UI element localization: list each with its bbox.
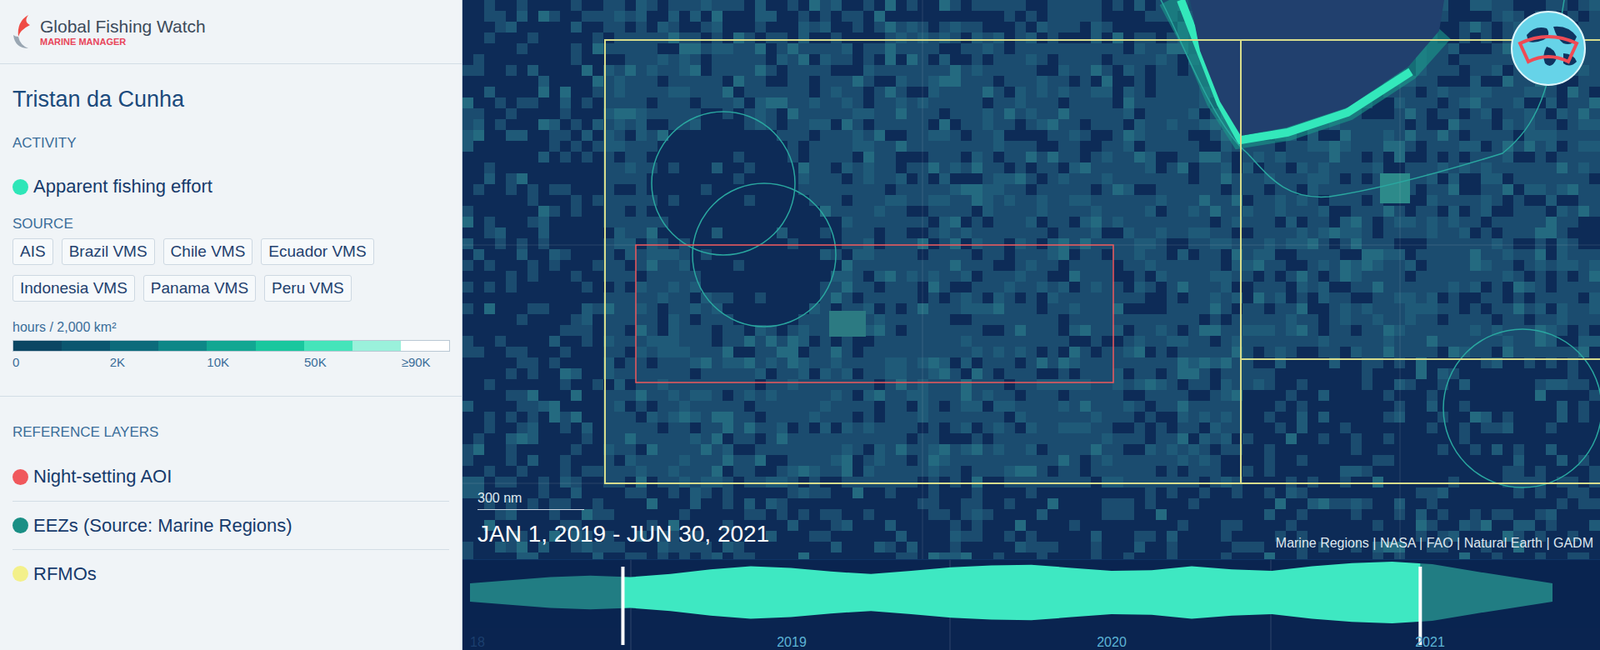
layer-dot <box>12 565 29 582</box>
legend-ticks: 0 2K 10K 50K ≥90K <box>12 355 450 370</box>
year-label: 18 <box>470 635 485 650</box>
legend-step <box>352 340 401 351</box>
year-label: 2019 <box>776 635 807 650</box>
eez-boundary <box>692 183 836 327</box>
legend-tick: 50K <box>304 355 353 370</box>
activity-waveform <box>470 561 1553 624</box>
source-chip[interactable]: Indonesia VMS <box>12 275 135 302</box>
timeline[interactable]: 18 2019 2020 2021 <box>462 559 1600 650</box>
activity-section: Tristan da Cunha ACTIVITY Apparent fishing… <box>0 64 462 370</box>
legend-tick: 2K <box>110 355 159 370</box>
source-chip[interactable]: Brazil VMS <box>61 238 155 265</box>
range-start-handle[interactable] <box>620 566 625 645</box>
source-chip[interactable]: Chile VMS <box>163 238 254 265</box>
source-chip[interactable]: Peru VMS <box>264 275 352 302</box>
layer-dot <box>12 517 29 534</box>
legend-tick: 10K <box>206 355 255 370</box>
legend-step <box>304 340 353 351</box>
fishing-heatmap <box>462 0 1600 560</box>
legend-step <box>206 340 255 351</box>
year-label: 2021 <box>1415 635 1445 650</box>
range-end-handle[interactable] <box>1418 566 1422 645</box>
timeline-outside-left <box>462 560 623 629</box>
rfmo-boundary <box>605 40 1600 484</box>
globe-icon[interactable] <box>1510 10 1587 87</box>
app-header: Global Fishing WatchMARINE MANAGER <box>0 0 462 65</box>
source-chip[interactable]: AIS <box>12 238 54 265</box>
map-area: 300 nm JAN 1, 2019 - JUN 30, 2021 Marine R… <box>462 0 1600 650</box>
graticule <box>462 0 1600 560</box>
app: Global Fishing WatchMARINE MANAGERTrista… <box>0 0 1600 650</box>
legend-step <box>400 340 450 351</box>
reference-layer[interactable]: Night-setting AOI <box>12 452 450 501</box>
section-heading: REFERENCE LAYERS <box>12 424 450 441</box>
reference-layer[interactable]: RFMOs <box>12 549 450 598</box>
area-title: Tristan da Cunha <box>12 85 450 113</box>
fishing-hotspot <box>1380 173 1410 204</box>
fishing-hotspot <box>829 310 866 337</box>
legend-tick: ≥90K <box>401 355 450 370</box>
source-chip[interactable]: Ecuador VMS <box>260 238 374 265</box>
eez-boundary <box>1160 0 1565 197</box>
section-heading: ACTIVITY <box>12 135 450 152</box>
layer-dot <box>12 179 29 195</box>
reference-layer[interactable]: EEZs (Source: Marine Regions) <box>12 500 450 550</box>
legend-step <box>61 340 110 351</box>
product-name: MARINE MANAGER <box>40 36 206 48</box>
map[interactable]: 300 nm JAN 1, 2019 - JUN 30, 2021 Marine R… <box>462 0 1600 560</box>
legend-tick: 0 <box>12 355 61 370</box>
legend-unit: hours / 2,000 km² <box>12 319 450 336</box>
scale-bar: 300 nm <box>477 488 585 510</box>
legend-step <box>13 340 62 351</box>
eez-boundary <box>1443 329 1600 488</box>
sidebar: Global Fishing WatchMARINE MANAGERTrista… <box>0 0 463 650</box>
section-heading: SOURCE <box>12 215 450 233</box>
legend-step <box>255 340 305 351</box>
activity-layer[interactable]: Apparent fishing effort <box>12 175 450 199</box>
layer-dot <box>12 469 29 485</box>
reference-section: REFERENCE LAYERS Night-setting AOIEEZs (S… <box>0 395 462 598</box>
year-label: 2020 <box>1096 635 1127 650</box>
land-africa <box>1190 0 1445 136</box>
timeline-outside-right <box>1420 560 1600 629</box>
source-chip[interactable]: Panama VMS <box>143 275 256 302</box>
brand-name: Global Fishing Watch <box>40 16 206 37</box>
legend-bar <box>12 340 450 352</box>
night-setting-aoi[interactable] <box>635 245 1114 383</box>
attribution: Marine Regions | NASA | FAO | Natural Ea… <box>1275 535 1594 552</box>
logo-icon[interactable] <box>10 11 35 52</box>
date-range: JAN 1, 2019 - JUN 30, 2021 <box>477 520 770 549</box>
legend-step <box>110 340 159 351</box>
legend-step <box>158 340 207 351</box>
scale-label: 300 nm <box>477 490 522 505</box>
source-chips: AIS Brazil VMS Chile VMSEcuador VMS Indones… <box>12 238 455 302</box>
